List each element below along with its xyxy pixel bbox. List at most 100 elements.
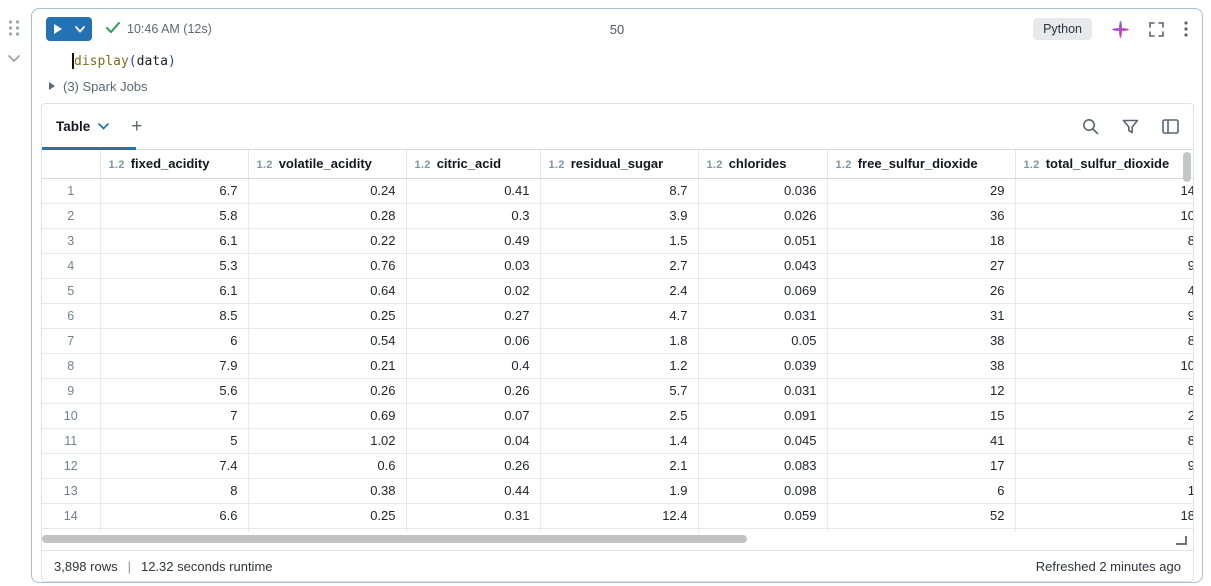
table-cell: 27 (827, 253, 1015, 278)
column-header-fixed_acidity[interactable]: 1.2fixed_acidity (100, 150, 248, 178)
horizontal-scrollbar-thumb[interactable] (42, 535, 747, 543)
table-cell: 0.03 (406, 253, 540, 278)
numeric-type-icon: 1.2 (257, 159, 273, 171)
tab-options-chevron-icon[interactable] (98, 123, 109, 130)
numeric-type-icon: 1.2 (549, 159, 565, 171)
table-cell: 0.26 (406, 453, 540, 478)
table-cell: 2.1 (540, 453, 698, 478)
numeric-type-icon: 1.2 (109, 159, 125, 171)
table-cell: 0.039 (698, 353, 827, 378)
table-cell: 1.4 (540, 428, 698, 453)
table-row (42, 528, 1193, 532)
table-cell (827, 528, 1015, 532)
row-number (42, 528, 100, 532)
row-number: 14 (42, 503, 100, 528)
column-header-chlorides[interactable]: 1.2chlorides (698, 150, 827, 178)
table-row: 1151.020.041.40.045418 (42, 428, 1193, 453)
results-panel: Table + (41, 103, 1194, 582)
column-header-volatile_acidity[interactable]: 1.2volatile_acidity (248, 150, 406, 178)
runtime: 12.32 seconds runtime (141, 559, 273, 574)
table-cell: 5.8 (100, 203, 248, 228)
table-cell: 9 (1015, 453, 1193, 478)
horizontal-scrollbar (42, 534, 1193, 544)
language-selector[interactable]: Python (1033, 18, 1092, 40)
results-resize-handle[interactable] (1176, 536, 1187, 545)
filter-icon[interactable] (1122, 119, 1139, 135)
table-cell: 0.44 (406, 478, 540, 503)
table-cell: 0.21 (248, 353, 406, 378)
cell-menu-kebab-icon[interactable] (1184, 21, 1188, 37)
table-cell: 8 (1015, 378, 1193, 403)
table-row: 95.60.260.265.70.031128 (42, 378, 1193, 403)
table-cell: 6.1 (100, 278, 248, 303)
row-number: 10 (42, 403, 100, 428)
table-cell: 0.49 (406, 228, 540, 253)
table-cell: 0.26 (248, 378, 406, 403)
success-check-icon (106, 20, 120, 38)
table-cell: 36 (827, 203, 1015, 228)
results-table: 1.2fixed_acidity1.2volatile_acidity1.2ci… (42, 150, 1193, 532)
code-text: display(data) (74, 54, 176, 69)
assistant-sparkle-icon[interactable] (1112, 21, 1129, 38)
table-cell: 0.38 (248, 478, 406, 503)
table-cell: 52 (827, 503, 1015, 528)
table-viewport: 1.2fixed_acidity1.2volatile_acidity1.2ci… (42, 150, 1193, 532)
table-cell: 0.69 (248, 403, 406, 428)
table-cell: 6.6 (100, 503, 248, 528)
table-cell: 2 (1015, 403, 1193, 428)
table-cell: 5.3 (100, 253, 248, 278)
row-number: 8 (42, 353, 100, 378)
table-cell: 1.5 (540, 228, 698, 253)
table-cell: 12.4 (540, 503, 698, 528)
run-cell-button[interactable] (46, 17, 92, 41)
row-number: 12 (42, 453, 100, 478)
play-icon[interactable] (47, 17, 69, 41)
table-cell: 38 (827, 353, 1015, 378)
table-cell: 1 (1015, 478, 1193, 503)
table-cell: 0.051 (698, 228, 827, 253)
table-cell: 38 (827, 328, 1015, 353)
table-cell: 0.6 (248, 453, 406, 478)
table-cell: 1.9 (540, 478, 698, 503)
table-cell (406, 528, 540, 532)
column-header-residual_sugar[interactable]: 1.2residual_sugar (540, 150, 698, 178)
drag-grip-icon[interactable] (8, 20, 20, 36)
code-token: ( (129, 54, 137, 69)
spark-jobs-toggle[interactable]: (3) Spark Jobs (32, 73, 1202, 99)
row-number: 11 (42, 428, 100, 453)
results-status-bar: 3,898 rows | 12.32 seconds runtime Refre… (42, 550, 1193, 581)
table-cell: 6.1 (100, 228, 248, 253)
table-cell: 0.25 (248, 303, 406, 328)
table-cell: 18 (827, 228, 1015, 253)
table-cell: 9 (1015, 253, 1193, 278)
collapse-cell-chevron-icon[interactable] (7, 50, 21, 68)
column-header-total_sulfur_dioxide[interactable]: 1.2total_sulfur_dioxide (1015, 150, 1193, 178)
code-editor-line[interactable]: display(data) (32, 49, 1202, 73)
run-options-chevron-icon[interactable] (69, 17, 91, 41)
row-number: 6 (42, 303, 100, 328)
add-visualization-button[interactable]: + (131, 117, 142, 136)
table-cell: 0.24 (248, 178, 406, 203)
vertical-scrollbar-thumb[interactable] (1183, 152, 1191, 182)
columns-panel-icon[interactable] (1162, 119, 1179, 134)
column-header-citric_acid[interactable]: 1.2citric_acid (406, 150, 540, 178)
table-cell: 0.26 (406, 378, 540, 403)
tab-table[interactable]: Table (56, 119, 109, 134)
table-cell: 0.043 (698, 253, 827, 278)
table-cell: 41 (827, 428, 1015, 453)
table-cell: 8.5 (100, 303, 248, 328)
column-header-free_sulfur_dioxide[interactable]: 1.2free_sulfur_dioxide (827, 150, 1015, 178)
table-cell: 0.05 (698, 328, 827, 353)
table-cell: 12 (827, 378, 1015, 403)
table-cell: 15 (827, 403, 1015, 428)
maximize-icon[interactable] (1149, 22, 1164, 37)
table-row: 127.40.60.262.10.083179 (42, 453, 1193, 478)
table-row: 87.90.210.41.20.0393810 (42, 353, 1193, 378)
table-cell (540, 528, 698, 532)
table-cell: 0.64 (248, 278, 406, 303)
table-cell: 4 (1015, 278, 1193, 303)
table-cell: 0.031 (698, 303, 827, 328)
numeric-type-icon: 1.2 (707, 159, 723, 171)
table-row: 45.30.760.032.70.043279 (42, 253, 1193, 278)
search-icon[interactable] (1082, 118, 1099, 135)
